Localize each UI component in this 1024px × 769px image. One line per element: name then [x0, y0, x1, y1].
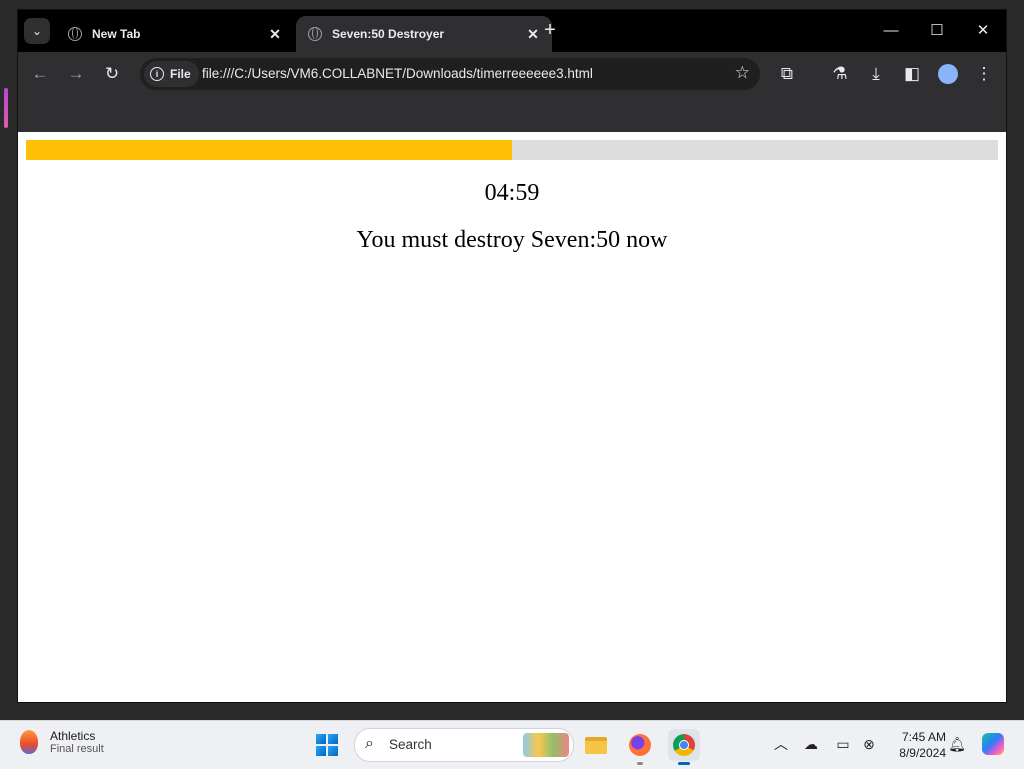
new-tab-button[interactable]: +: [538, 19, 562, 43]
extensions-icon[interactable]: ⧉: [775, 62, 799, 86]
info-icon: i: [150, 67, 164, 81]
profile-avatar-icon[interactable]: [936, 62, 960, 86]
minimize-button[interactable]: —: [868, 10, 914, 50]
start-button[interactable]: [316, 734, 338, 756]
chrome-icon: [673, 734, 695, 756]
search-icon: ⌕: [365, 735, 374, 752]
countdown-timer: 04:59: [484, 180, 540, 206]
taskbar: Athletics Final result ⌕ Search ︿ ☁ ▭ ⊗ …: [0, 720, 1024, 769]
forward-icon[interactable]: →: [64, 62, 88, 86]
active-indicator: [678, 762, 690, 765]
maximize-button[interactable]: ☐: [914, 10, 960, 50]
file-explorer-button[interactable]: [580, 729, 612, 761]
chevron-up-icon[interactable]: ︿: [770, 733, 792, 755]
side-panel-icon[interactable]: ◧: [900, 62, 924, 86]
window-controls: — ☐ ✕: [868, 10, 1006, 50]
globe-icon: [308, 27, 322, 41]
widget-subtitle: Final result: [50, 743, 104, 755]
tab-title: New Tab: [92, 27, 141, 41]
desktop-accent-bar: [4, 88, 8, 128]
widget-title: Athletics: [50, 729, 96, 743]
reload-icon[interactable]: ↻: [100, 62, 124, 86]
weather-widget[interactable]: Athletics Final result: [20, 729, 104, 755]
clock-date: 8/9/2024: [899, 746, 946, 760]
folder-icon: [585, 736, 607, 754]
page-content: 04:59 You must destroy Seven:50 now: [18, 132, 1006, 702]
notification-bell-icon[interactable]: 🔔︎: [946, 733, 968, 755]
running-indicator: [637, 762, 643, 765]
browser-toolbar: ← → ↻ i File file:///C:/Users/VM6.COLLAB…: [18, 52, 1006, 96]
network-icon[interactable]: ⊗: [858, 733, 880, 755]
athletics-flame-icon: [20, 730, 38, 754]
globe-icon: [68, 27, 82, 41]
copilot-icon[interactable]: [982, 733, 1004, 755]
site-chip-label: File: [170, 67, 191, 81]
labs-flask-icon[interactable]: ⚗: [828, 62, 852, 86]
onedrive-offline-icon[interactable]: ☁: [800, 733, 822, 755]
site-info-chip[interactable]: i File: [144, 61, 199, 87]
tab-search-button[interactable]: ⌄: [24, 18, 50, 44]
firefox-icon: [629, 734, 651, 756]
taskbar-search[interactable]: ⌕ Search: [354, 728, 574, 762]
close-tab-icon[interactable]: ✕: [264, 26, 286, 43]
close-window-button[interactable]: ✕: [960, 10, 1006, 50]
bookmark-star-icon[interactable]: ☆: [735, 63, 750, 83]
chevron-down-icon: ⌄: [31, 24, 43, 38]
search-highlight-image: [523, 733, 569, 757]
page-message: You must destroy Seven:50 now: [356, 227, 668, 253]
progress-bar-track: [26, 140, 998, 160]
system-clock[interactable]: 7:45 AM 8/9/2024: [884, 729, 946, 761]
bookmarks-bar: [18, 96, 1006, 132]
display-icon[interactable]: ▭: [832, 733, 854, 755]
tab-new-tab[interactable]: New Tab ✕: [56, 16, 294, 52]
url-text[interactable]: file:///C:/Users/VM6.COLLABNET/Downloads…: [202, 66, 593, 81]
menu-kebab-icon[interactable]: ⋮: [972, 62, 996, 86]
tab-strip: ⌄ New Tab ✕ Seven:50 Destroyer ✕ + — ☐ ✕: [18, 10, 1006, 52]
progress-bar-fill: [26, 140, 512, 160]
browser-window: ⌄ New Tab ✕ Seven:50 Destroyer ✕ + — ☐ ✕…: [18, 10, 1006, 702]
back-icon[interactable]: ←: [28, 62, 52, 86]
tab-title: Seven:50 Destroyer: [332, 27, 445, 41]
search-label: Search: [389, 737, 432, 752]
download-icon[interactable]: ⤓: [864, 62, 888, 86]
chrome-button[interactable]: [668, 729, 700, 765]
firefox-button[interactable]: [624, 729, 656, 765]
address-bar[interactable]: i File file:///C:/Users/VM6.COLLABNET/Do…: [140, 58, 760, 90]
clock-time: 7:45 AM: [901, 730, 946, 744]
tab-seven50-destroyer[interactable]: Seven:50 Destroyer ✕: [296, 16, 552, 52]
